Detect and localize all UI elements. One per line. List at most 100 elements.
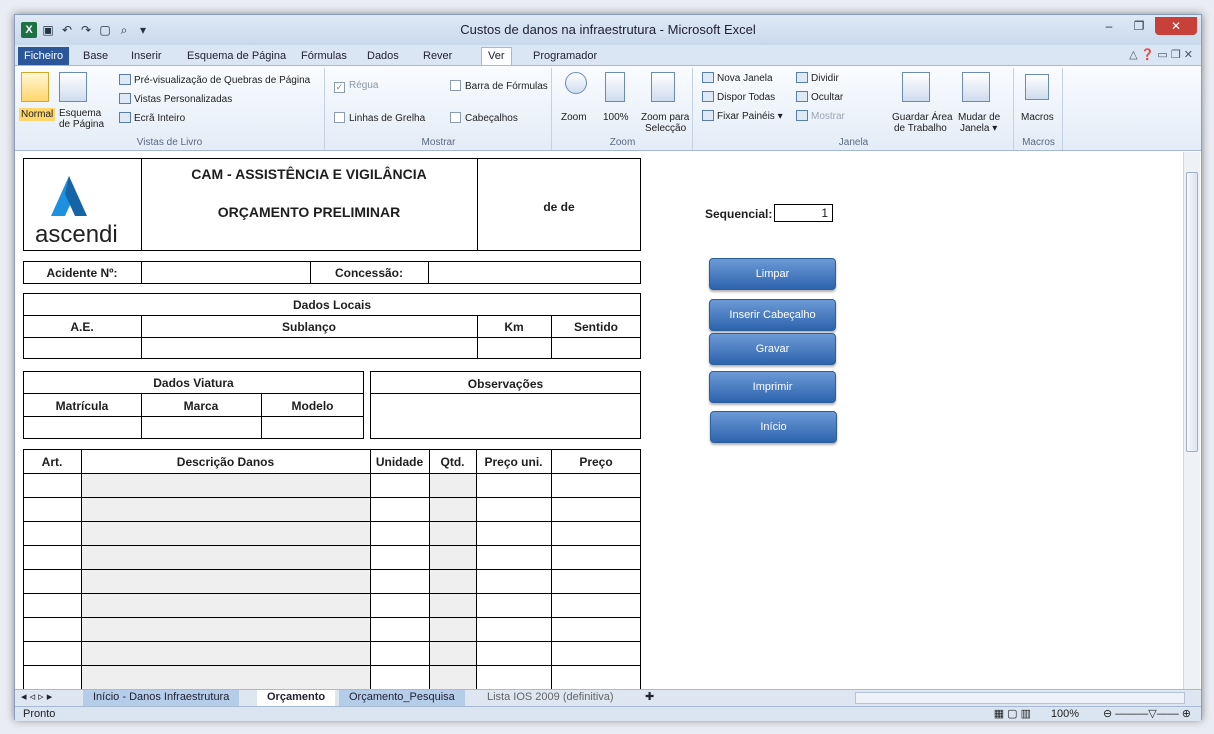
sheet-tab-lista-ios[interactable]: Lista IOS 2009 (definitiva) — [477, 690, 624, 706]
vertical-scrollbar[interactable] — [1183, 152, 1200, 689]
new-window-button[interactable]: Nova Janela — [702, 72, 773, 84]
split-icon — [796, 72, 808, 83]
row-line — [23, 416, 364, 417]
minimize-button[interactable]: – — [1095, 17, 1123, 35]
group-label: Mostrar — [421, 137, 456, 148]
window-group: Nova Janela Dispor Todas Fixar Painéis ▾… — [694, 68, 1014, 150]
zoom-button[interactable]: Zoom — [561, 112, 587, 123]
split-button[interactable]: Dividir — [796, 72, 839, 84]
col-preco: Preço — [579, 455, 613, 469]
unhide-button[interactable]: Mostrar — [796, 110, 845, 122]
check-icon: ✓ — [334, 82, 345, 93]
headings-checkbox[interactable]: Cabeçalhos — [450, 112, 518, 124]
col-matricula: Matrícula — [55, 399, 109, 413]
sequencial-field[interactable]: 1 — [774, 204, 833, 222]
sheet-tabs-bar: ◂ ◃ ▹ ▸ Início - Danos Infraestrutura Or… — [15, 689, 1201, 706]
gridlines-label: Linhas de Grelha — [349, 113, 426, 124]
col-preco-uni: Preço uni. — [484, 455, 543, 469]
zoom-100-icon[interactable] — [605, 72, 625, 102]
tab-data[interactable]: Dados — [361, 48, 405, 65]
page-layout-button[interactable]: Esquema — [59, 108, 101, 119]
row-line — [23, 617, 641, 618]
sheet-tab-inicio[interactable]: Início - Danos Infraestrutura — [83, 690, 240, 706]
switch-windows-button[interactable]: Mudar de — [958, 112, 1000, 123]
tab-review[interactable]: Rever — [417, 48, 458, 65]
zoom-selection-icon[interactable] — [651, 72, 675, 102]
tab-page-layout[interactable]: Esquema de Página — [181, 48, 292, 65]
col-km: Km — [504, 320, 524, 334]
custom-views-button[interactable]: Vistas Personalizadas — [119, 93, 232, 105]
tab-insert[interactable]: Inserir — [125, 48, 168, 65]
row-line — [23, 593, 641, 594]
limpar-button[interactable]: Limpar — [709, 258, 836, 290]
zoom-group: Zoom 100% Zoom para Selecção Zoom — [553, 68, 693, 150]
horizontal-scrollbar[interactable] — [855, 692, 1185, 704]
imprimir-button[interactable]: Imprimir — [709, 371, 836, 403]
scroll-thumb[interactable] — [1186, 172, 1198, 452]
ruler-checkbox[interactable]: ✓ Régua — [334, 80, 378, 93]
save-workspace-icon[interactable] — [902, 72, 930, 102]
freeze-icon — [702, 110, 714, 121]
normal-view-icon[interactable] — [21, 72, 49, 102]
tab-view[interactable]: Ver — [481, 47, 512, 65]
arrange-label: Dispor Todas — [717, 92, 776, 103]
page-break-preview-button[interactable]: Pré-visualização de Quebras de Página — [119, 74, 310, 86]
tab-formulas[interactable]: Fórmulas — [295, 48, 353, 65]
row-line — [23, 337, 641, 338]
normal-view-button[interactable]: Normal — [19, 108, 56, 121]
group-label: Janela — [838, 137, 869, 148]
restore-button[interactable]: ❐ — [1125, 17, 1153, 35]
freeze-panes-button[interactable]: Fixar Painéis ▾ — [702, 110, 783, 122]
col-unidade: Unidade — [375, 455, 424, 469]
worksheet[interactable]: ascendi CAM - ASSISTÊNCIA E VIGILÂNCIA O… — [17, 152, 1181, 689]
save-workspace-button-2[interactable]: de Trabalho — [894, 123, 947, 134]
macros-button[interactable]: Macros — [1021, 112, 1054, 123]
zoom-100-button[interactable]: 100% — [603, 112, 629, 123]
tab-nav-arrows[interactable]: ◂ ◃ ▹ ▸ — [19, 690, 54, 706]
page-layout-button-2[interactable]: de Página — [59, 119, 104, 130]
close-button[interactable]: ✕ — [1155, 17, 1197, 35]
sheet-tab-orcamento[interactable]: Orçamento — [257, 690, 336, 706]
hide-button[interactable]: Ocultar — [796, 91, 843, 103]
custom-views-label: Vistas Personalizadas — [134, 94, 233, 105]
switch-windows-button-2[interactable]: Janela ▾ — [960, 123, 997, 134]
zoom-icon[interactable] — [565, 72, 587, 94]
sheet-tab-orcamento-pesquisa[interactable]: Orçamento_Pesquisa — [339, 690, 465, 706]
row-line — [23, 641, 641, 642]
insert-sheet-icon[interactable]: ✚ — [635, 690, 664, 706]
accident-label: Acidente Nº: — [46, 266, 118, 280]
group-label: Vistas de Livro — [136, 137, 203, 148]
zoom-slider[interactable]: ⊖ ———▽—— ⊕ — [1103, 707, 1191, 721]
switch-windows-icon[interactable] — [962, 72, 990, 102]
zoom-level[interactable]: 100% — [1051, 707, 1079, 721]
inicio-button[interactable]: Início — [710, 411, 837, 443]
save-workspace-button[interactable]: Guardar Área — [892, 112, 953, 123]
ascendi-logo: ascendi — [35, 174, 135, 248]
new-window-label: Nova Janela — [717, 73, 773, 84]
full-screen-label: Ecrã Inteiro — [134, 113, 186, 124]
arrange-all-button[interactable]: Dispor Todas — [702, 91, 775, 103]
help-controls[interactable]: △ ❓ ▭ ❐ ✕ — [1129, 48, 1193, 61]
tab-developer[interactable]: Programador — [527, 48, 603, 65]
tab-file[interactable]: Ficheiro — [18, 47, 70, 65]
full-screen-button[interactable]: Ecrã Inteiro — [119, 112, 185, 124]
tab-home[interactable]: Base — [77, 48, 114, 65]
status-ready: Pronto — [23, 708, 56, 720]
gridlines-checkbox[interactable]: Linhas de Grelha — [334, 112, 425, 124]
row-line — [23, 665, 641, 666]
group-label: Macros — [1022, 137, 1055, 148]
sequencial-label: Sequencial: — [705, 207, 773, 221]
view-buttons[interactable]: ▦ ▢ ▥ — [994, 707, 1031, 721]
formula-bar-checkbox[interactable]: Barra de Fórmulas — [450, 80, 548, 92]
gravar-button[interactable]: Gravar — [709, 333, 836, 365]
headings-label: Cabeçalhos — [465, 113, 518, 124]
inserir-cabecalho-button[interactable]: Inserir Cabeçalho — [709, 299, 836, 331]
page-layout-icon[interactable] — [59, 72, 87, 102]
show-group: ✓ Régua Barra de Fórmulas Linhas de Grelh… — [326, 68, 552, 150]
macros-icon[interactable] — [1025, 74, 1049, 100]
divider — [141, 261, 142, 284]
checkbox-icon — [334, 112, 345, 123]
logo-text: ascendi — [35, 221, 118, 248]
zoom-selection-button-2[interactable]: Selecção — [645, 123, 686, 134]
zoom-selection-button[interactable]: Zoom para — [641, 112, 689, 123]
